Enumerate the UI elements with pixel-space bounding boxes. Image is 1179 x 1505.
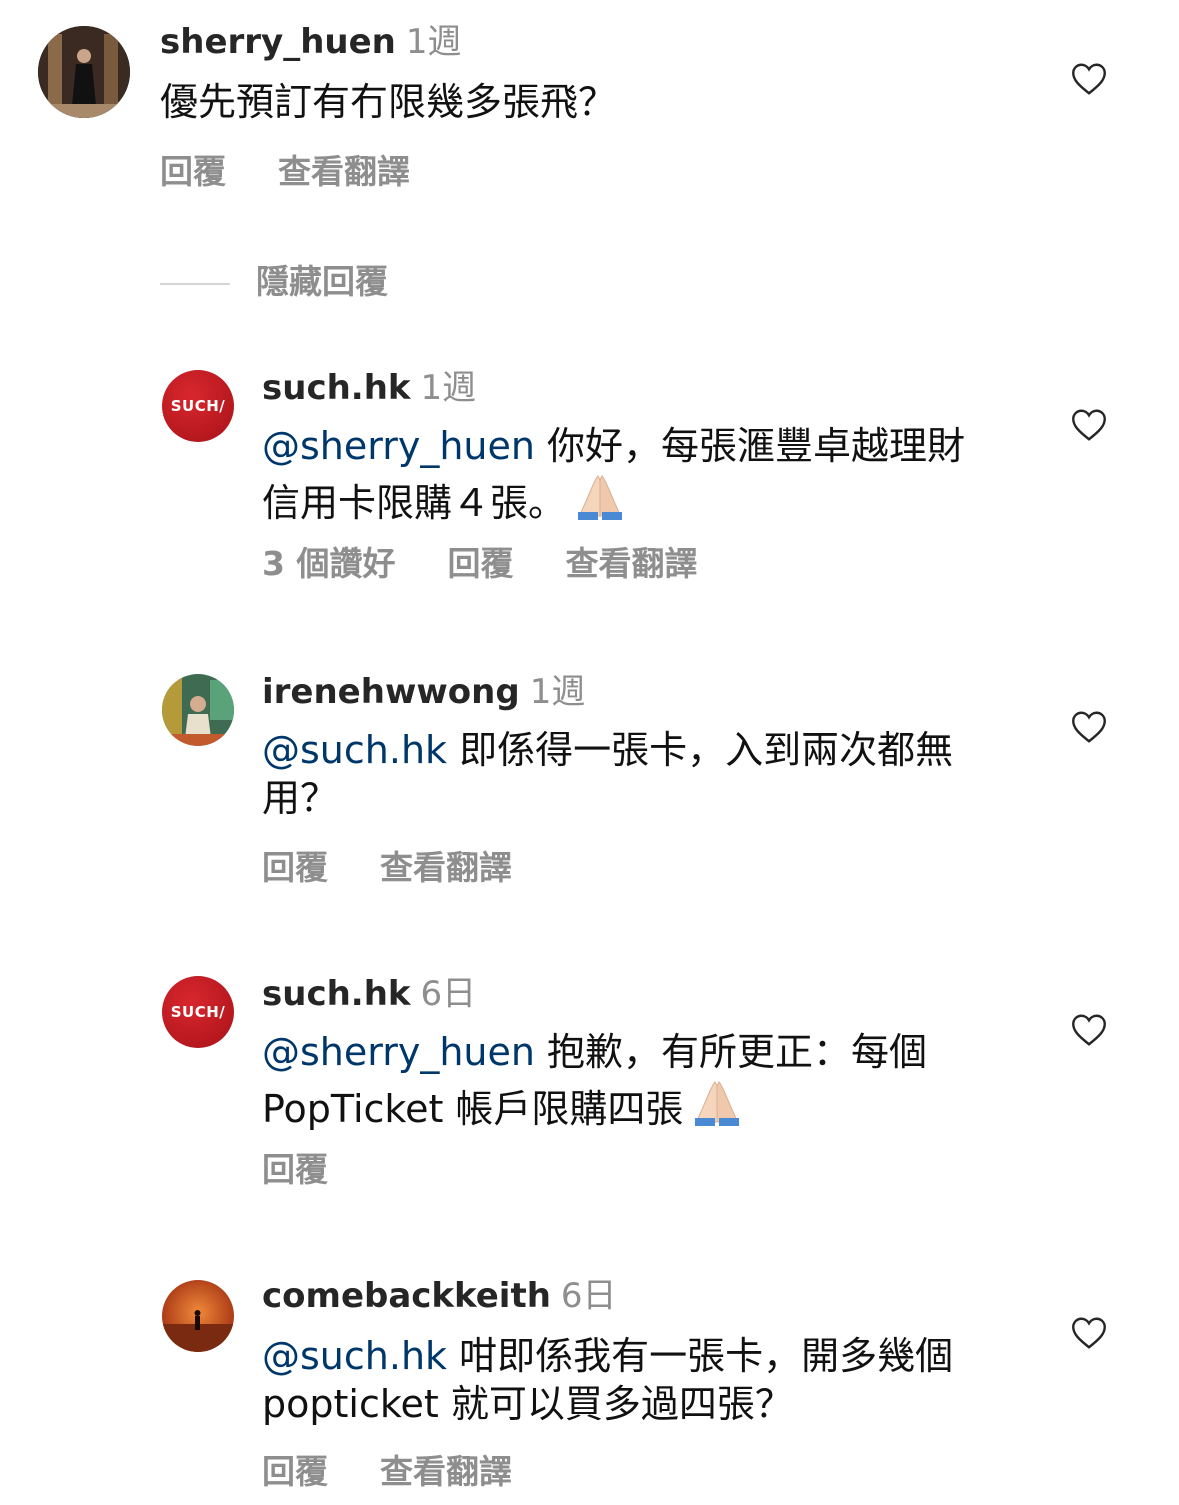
comment-actions: 回覆 查看翻譯 <box>262 848 564 888</box>
comment-actions: 3 個讚好 回覆 查看翻譯 <box>262 544 749 584</box>
divider-line <box>160 282 230 285</box>
comment-meta: comebackkeith 6日 <box>262 1276 617 1316</box>
heart-icon[interactable] <box>1071 1316 1107 1350</box>
reply-button[interactable]: 回覆 <box>160 152 226 191</box>
username[interactable]: sherry_huen <box>160 22 396 62</box>
username[interactable]: such.hk <box>262 974 411 1014</box>
comment-meta: such.hk 6日 <box>262 974 476 1014</box>
folded-hands-emoji <box>578 475 623 520</box>
likes-count[interactable]: 3 個讚好 <box>262 544 395 583</box>
comment-meta: such.hk 1週 <box>262 368 476 408</box>
username[interactable]: such.hk <box>262 368 411 408</box>
comment-text: @such.hk 即係得一張卡，入到兩次都無用？ <box>262 726 982 822</box>
avatar[interactable] <box>162 674 234 746</box>
comment-meta: sherry_huen 1週 <box>160 22 462 62</box>
timestamp: 6日 <box>560 1276 617 1316</box>
see-translation-button[interactable]: 查看翻譯 <box>380 1452 512 1491</box>
heart-icon[interactable] <box>1071 1013 1107 1047</box>
heart-icon[interactable] <box>1071 62 1107 96</box>
logo-text: SUCH/ <box>170 1003 226 1021</box>
mention-link[interactable]: @sherry_huen <box>262 424 535 468</box>
comment-text: @such.hk 咁即係我有一張卡，開多幾個 popticket 就可以買多過四… <box>262 1332 982 1428</box>
heart-icon[interactable] <box>1071 710 1107 744</box>
folded-hands-emoji <box>695 1081 740 1126</box>
reply-button[interactable]: 回覆 <box>262 1150 328 1189</box>
comment-body: 優先預訂有冇限幾多張飛？ <box>160 80 617 124</box>
hide-replies-label: 隱藏回覆 <box>256 262 388 301</box>
heart-icon[interactable] <box>1071 408 1107 442</box>
timestamp: 6日 <box>420 974 477 1014</box>
avatar-image <box>38 26 130 118</box>
avatar[interactable]: SUCH/ <box>162 370 234 442</box>
hide-replies-toggle[interactable]: 隱藏回覆 <box>160 262 388 302</box>
reply-button[interactable]: 回覆 <box>262 848 328 887</box>
comment-text: @sherry_huen 你好，每張滙豐卓越理財信用卡限購４張。 <box>262 422 982 527</box>
avatar-image <box>162 674 234 746</box>
logo-text: SUCH/ <box>170 397 226 415</box>
comment-actions: 回覆 查看翻譯 <box>262 1452 564 1492</box>
comment-actions: 回覆 查看翻譯 <box>160 152 462 192</box>
username[interactable]: comebackkeith <box>262 1276 551 1316</box>
comment-text: 優先預訂有冇限幾多張飛？ <box>160 78 980 126</box>
mention-link[interactable]: @such.hk <box>262 728 447 772</box>
mention-link[interactable]: @sherry_huen <box>262 1030 535 1074</box>
timestamp: 1週 <box>529 672 586 712</box>
reply-button[interactable]: 回覆 <box>262 1452 328 1491</box>
mention-link[interactable]: @such.hk <box>262 1334 447 1378</box>
comment-text: @sherry_huen 抱歉，有所更正：每個PopTicket 帳戶限購四張 <box>262 1028 982 1133</box>
see-translation-button[interactable]: 查看翻譯 <box>278 152 410 191</box>
comment-actions: 回覆 <box>262 1150 380 1190</box>
avatar-image <box>162 1280 234 1352</box>
timestamp: 1週 <box>405 22 462 62</box>
avatar[interactable] <box>38 26 130 118</box>
comment-meta: irenehwwong 1週 <box>262 672 585 712</box>
avatar[interactable] <box>162 1280 234 1352</box>
timestamp: 1週 <box>420 368 477 408</box>
see-translation-button[interactable]: 查看翻譯 <box>380 848 512 887</box>
reply-button[interactable]: 回覆 <box>447 544 513 583</box>
avatar[interactable]: SUCH/ <box>162 976 234 1048</box>
see-translation-button[interactable]: 查看翻譯 <box>565 544 697 583</box>
username[interactable]: irenehwwong <box>262 672 520 712</box>
